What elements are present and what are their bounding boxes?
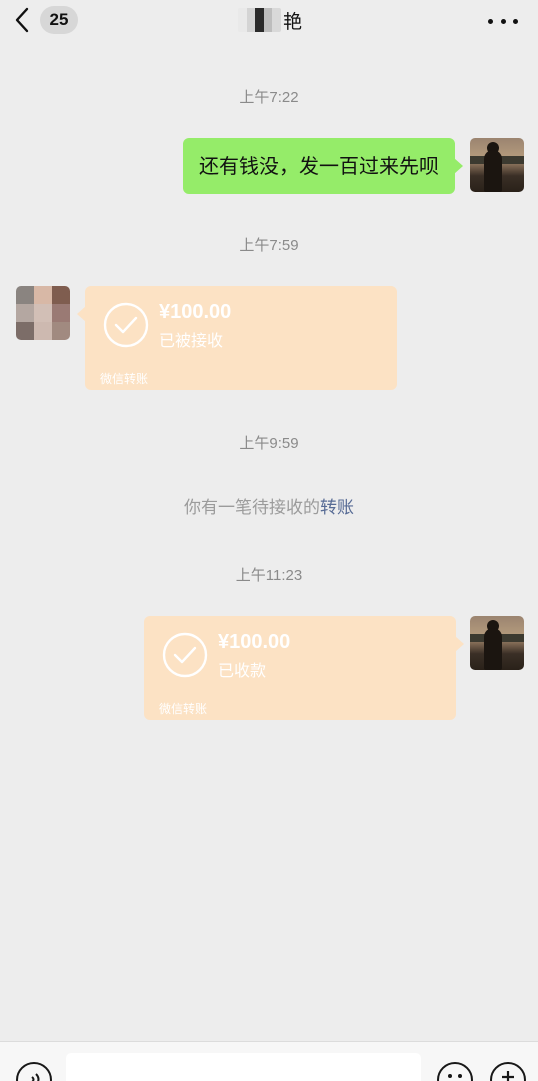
chevron-left-icon xyxy=(14,4,40,36)
chat-input-bar xyxy=(0,1041,538,1081)
transfer-source-label: 微信转账 xyxy=(100,372,149,386)
message-input[interactable] xyxy=(66,1053,421,1081)
outgoing-text-bubble[interactable]: 还有钱没，发一百过来先呗 xyxy=(183,138,463,194)
back-button[interactable]: 25 xyxy=(14,4,78,36)
transfer-card-collected[interactable]: ¥100.00 已收款 微信转账 xyxy=(144,616,464,720)
timestamp: 上午7:22 xyxy=(239,89,299,106)
transfer-status: 已被接收 xyxy=(159,331,224,350)
message-text: 还有钱没，发一百过来先呗 xyxy=(199,154,439,178)
chat-title-text: 艳 xyxy=(282,10,302,33)
blurred-name xyxy=(238,8,281,32)
timestamp: 上午11:23 xyxy=(235,567,303,584)
chat-header: 25 艳 xyxy=(0,0,538,42)
emoji-icon[interactable] xyxy=(437,1062,473,1081)
unread-count-badge: 25 xyxy=(40,6,78,34)
notice-text: 你有一笔待接收的 xyxy=(184,498,320,518)
timestamp: 上午9:59 xyxy=(239,435,299,452)
check-circle-icon xyxy=(162,632,208,678)
transfer-source-label: 微信转账 xyxy=(159,702,208,716)
transfer-amount: ¥100.00 xyxy=(159,301,232,323)
plus-icon[interactable] xyxy=(490,1062,526,1081)
transfer-amount: ¥100.00 xyxy=(218,631,291,653)
pending-transfer-notice: 你有一笔待接收的转账 xyxy=(0,493,538,518)
transfer-status: 已收款 xyxy=(218,661,267,680)
timestamp: 上午7:59 xyxy=(239,237,299,254)
transfer-card-received[interactable]: ¥100.00 已被接收 微信转账 xyxy=(77,286,397,390)
my-avatar[interactable] xyxy=(470,138,524,192)
more-dots-icon[interactable] xyxy=(488,10,518,32)
check-circle-icon xyxy=(103,302,149,348)
chat-title[interactable]: 艳 xyxy=(238,7,302,33)
my-avatar[interactable] xyxy=(470,616,524,670)
transfer-link[interactable]: 转账 xyxy=(320,498,354,518)
contact-avatar[interactable] xyxy=(16,286,70,340)
voice-icon[interactable] xyxy=(16,1062,52,1081)
